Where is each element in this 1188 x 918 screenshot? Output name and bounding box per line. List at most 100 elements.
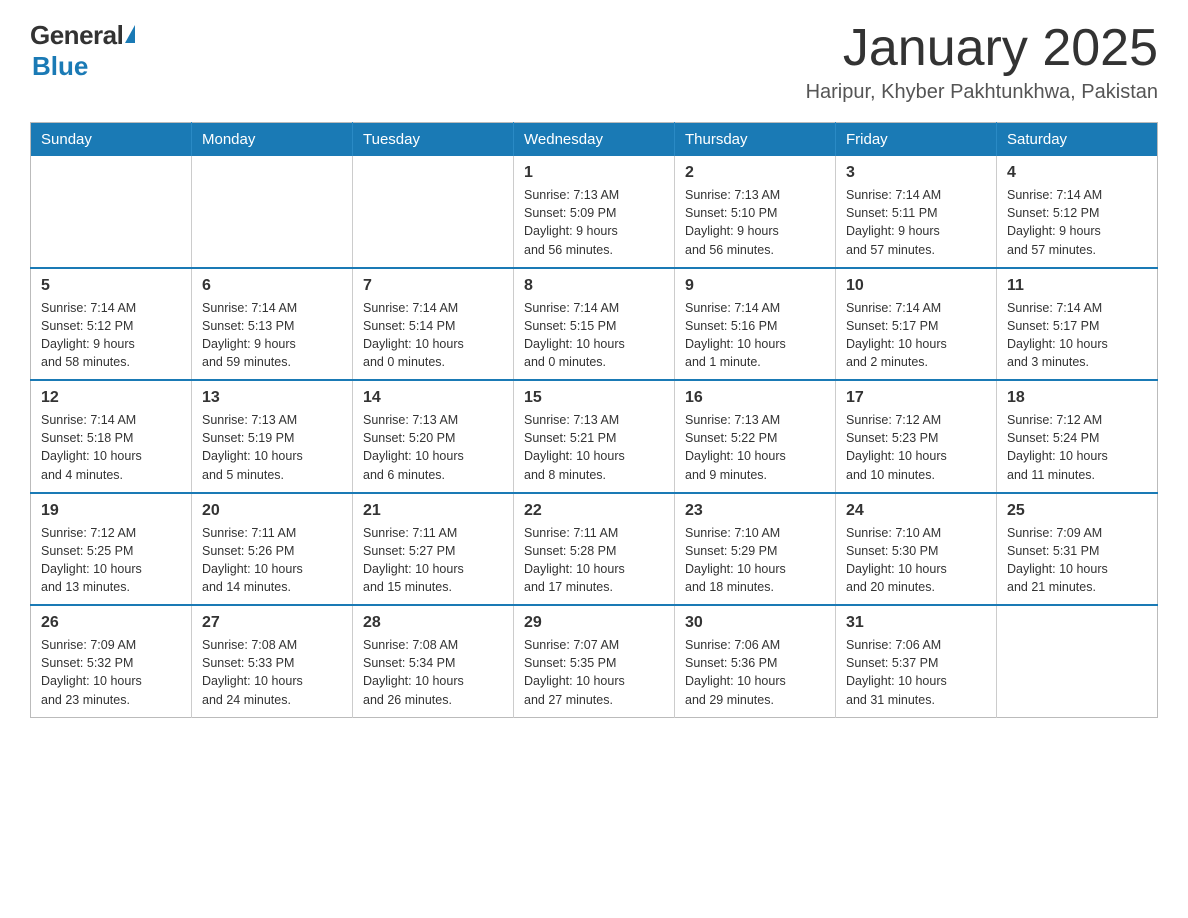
calendar-day-4: 4 Sunrise: 7:14 AM Sunset: 5:12 PM Daylig…	[997, 156, 1158, 268]
calendar-body: 1Sunrise: 7:13 AM Sunset: 5:09 PM Daylig…	[31, 156, 1158, 717]
day-number: 12	[41, 389, 181, 407]
header-wednesday: Wednesday	[514, 123, 675, 157]
day-number: 13	[202, 389, 342, 407]
day-info: Sunrise: 7:14 AM Sunset: 5:12 PM Dayligh…	[41, 299, 181, 372]
day-info: Sunrise: 7:12 AM Sunset: 5:25 PM Dayligh…	[41, 524, 181, 597]
day-info: Sunrise: 7:13 AM Sunset: 5:21 PM Dayligh…	[524, 411, 664, 484]
day-info: Sunrise: 7:12 AM Sunset: 5:24 PM Dayligh…	[1007, 411, 1147, 484]
title-block: January 2025 Haripur, Khyber Pakhtunkhwa…	[806, 20, 1158, 104]
day-number: 23	[685, 502, 825, 520]
day-info: Sunrise: 7:11 AM Sunset: 5:26 PM Dayligh…	[202, 524, 342, 597]
day-info: Sunrise: 7:14 AM Sunset: 5:11 PM Dayligh…	[846, 186, 986, 259]
day-info: Sunrise: 7:07 AM Sunset: 5:35 PM Dayligh…	[524, 636, 664, 709]
calendar-week-1: 1Sunrise: 7:13 AM Sunset: 5:09 PM Daylig…	[31, 156, 1158, 268]
calendar-week-2: 5 Sunrise: 7:14 AM Sunset: 5:12 PM Daylig…	[31, 268, 1158, 381]
header-tuesday: Tuesday	[353, 123, 514, 157]
subtitle: Haripur, Khyber Pakhtunkhwa, Pakistan	[806, 81, 1158, 104]
calendar-day-26: 26Sunrise: 7:09 AM Sunset: 5:32 PM Dayli…	[31, 605, 192, 717]
day-info: Sunrise: 7:14 AM Sunset: 5:18 PM Dayligh…	[41, 411, 181, 484]
calendar-day-7: 7 Sunrise: 7:14 AM Sunset: 5:14 PM Daylig…	[353, 268, 514, 381]
calendar-day-6: 6Sunrise: 7:14 AM Sunset: 5:13 PM Daylig…	[192, 268, 353, 381]
header-friday: Friday	[836, 123, 997, 157]
day-info: Sunrise: 7:13 AM Sunset: 5:10 PM Dayligh…	[685, 186, 825, 259]
day-info: Sunrise: 7:08 AM Sunset: 5:34 PM Dayligh…	[363, 636, 503, 709]
day-info: Sunrise: 7:11 AM Sunset: 5:28 PM Dayligh…	[524, 524, 664, 597]
day-number: 7	[363, 277, 503, 295]
day-number: 5	[41, 277, 181, 295]
day-number: 25	[1007, 502, 1147, 520]
day-info: Sunrise: 7:06 AM Sunset: 5:36 PM Dayligh…	[685, 636, 825, 709]
day-info: Sunrise: 7:14 AM Sunset: 5:14 PM Dayligh…	[363, 299, 503, 372]
calendar-day-29: 29 Sunrise: 7:07 AM Sunset: 5:35 PM Dayli…	[514, 605, 675, 717]
calendar-day-30: 30 Sunrise: 7:06 AM Sunset: 5:36 PM Dayli…	[675, 605, 836, 717]
calendar-day-2: 2 Sunrise: 7:13 AM Sunset: 5:10 PM Daylig…	[675, 156, 836, 268]
calendar-day-12: 12 Sunrise: 7:14 AM Sunset: 5:18 PM Dayli…	[31, 380, 192, 493]
calendar-day-1: 1Sunrise: 7:13 AM Sunset: 5:09 PM Daylig…	[514, 156, 675, 268]
calendar-day-17: 17 Sunrise: 7:12 AM Sunset: 5:23 PM Dayli…	[836, 380, 997, 493]
day-number: 29	[524, 614, 664, 632]
page-title: January 2025	[806, 20, 1158, 77]
day-info: Sunrise: 7:08 AM Sunset: 5:33 PM Dayligh…	[202, 636, 342, 709]
calendar-day-5: 5 Sunrise: 7:14 AM Sunset: 5:12 PM Daylig…	[31, 268, 192, 381]
logo-triangle-icon	[125, 25, 135, 43]
calendar-day-18: 18 Sunrise: 7:12 AM Sunset: 5:24 PM Dayli…	[997, 380, 1158, 493]
day-info: Sunrise: 7:10 AM Sunset: 5:29 PM Dayligh…	[685, 524, 825, 597]
header-saturday: Saturday	[997, 123, 1158, 157]
calendar-empty-cell	[192, 156, 353, 268]
day-number: 15	[524, 389, 664, 407]
day-info: Sunrise: 7:12 AM Sunset: 5:23 PM Dayligh…	[846, 411, 986, 484]
day-number: 17	[846, 389, 986, 407]
day-number: 8	[524, 277, 664, 295]
logo-blue-text: Blue	[32, 51, 88, 82]
calendar-day-8: 8Sunrise: 7:14 AM Sunset: 5:15 PM Daylig…	[514, 268, 675, 381]
calendar-week-5: 26Sunrise: 7:09 AM Sunset: 5:32 PM Dayli…	[31, 605, 1158, 717]
day-info: Sunrise: 7:14 AM Sunset: 5:17 PM Dayligh…	[1007, 299, 1147, 372]
calendar-day-3: 3 Sunrise: 7:14 AM Sunset: 5:11 PM Daylig…	[836, 156, 997, 268]
header-thursday: Thursday	[675, 123, 836, 157]
day-number: 3	[846, 164, 986, 182]
day-info: Sunrise: 7:13 AM Sunset: 5:09 PM Dayligh…	[524, 186, 664, 259]
calendar-day-27: 27 Sunrise: 7:08 AM Sunset: 5:33 PM Dayli…	[192, 605, 353, 717]
logo-general-text: General	[30, 20, 123, 51]
calendar-day-14: 14 Sunrise: 7:13 AM Sunset: 5:20 PM Dayli…	[353, 380, 514, 493]
day-number: 31	[846, 614, 986, 632]
day-number: 18	[1007, 389, 1147, 407]
day-number: 11	[1007, 277, 1147, 295]
day-info: Sunrise: 7:09 AM Sunset: 5:31 PM Dayligh…	[1007, 524, 1147, 597]
calendar-day-25: 25 Sunrise: 7:09 AM Sunset: 5:31 PM Dayli…	[997, 493, 1158, 606]
header-sunday: Sunday	[31, 123, 192, 157]
day-info: Sunrise: 7:14 AM Sunset: 5:17 PM Dayligh…	[846, 299, 986, 372]
logo: General Blue	[30, 20, 135, 82]
day-number: 9	[685, 277, 825, 295]
day-number: 2	[685, 164, 825, 182]
day-info: Sunrise: 7:14 AM Sunset: 5:12 PM Dayligh…	[1007, 186, 1147, 259]
day-info: Sunrise: 7:14 AM Sunset: 5:16 PM Dayligh…	[685, 299, 825, 372]
calendar-day-19: 19Sunrise: 7:12 AM Sunset: 5:25 PM Dayli…	[31, 493, 192, 606]
day-number: 16	[685, 389, 825, 407]
calendar-day-16: 16 Sunrise: 7:13 AM Sunset: 5:22 PM Dayli…	[675, 380, 836, 493]
day-number: 24	[846, 502, 986, 520]
calendar-day-9: 9 Sunrise: 7:14 AM Sunset: 5:16 PM Daylig…	[675, 268, 836, 381]
calendar-week-4: 19Sunrise: 7:12 AM Sunset: 5:25 PM Dayli…	[31, 493, 1158, 606]
day-info: Sunrise: 7:14 AM Sunset: 5:13 PM Dayligh…	[202, 299, 342, 372]
day-number: 30	[685, 614, 825, 632]
calendar-day-11: 11 Sunrise: 7:14 AM Sunset: 5:17 PM Dayli…	[997, 268, 1158, 381]
day-number: 27	[202, 614, 342, 632]
day-info: Sunrise: 7:13 AM Sunset: 5:22 PM Dayligh…	[685, 411, 825, 484]
day-number: 28	[363, 614, 503, 632]
day-number: 4	[1007, 164, 1147, 182]
calendar-week-3: 12 Sunrise: 7:14 AM Sunset: 5:18 PM Dayli…	[31, 380, 1158, 493]
day-number: 14	[363, 389, 503, 407]
calendar-day-13: 13Sunrise: 7:13 AM Sunset: 5:19 PM Dayli…	[192, 380, 353, 493]
page-header: General Blue January 2025 Haripur, Khybe…	[30, 20, 1158, 104]
day-number: 10	[846, 277, 986, 295]
day-info: Sunrise: 7:13 AM Sunset: 5:20 PM Dayligh…	[363, 411, 503, 484]
calendar-day-23: 23 Sunrise: 7:10 AM Sunset: 5:29 PM Dayli…	[675, 493, 836, 606]
calendar-day-20: 20Sunrise: 7:11 AM Sunset: 5:26 PM Dayli…	[192, 493, 353, 606]
day-info: Sunrise: 7:10 AM Sunset: 5:30 PM Dayligh…	[846, 524, 986, 597]
calendar-empty-cell	[997, 605, 1158, 717]
day-info: Sunrise: 7:06 AM Sunset: 5:37 PM Dayligh…	[846, 636, 986, 709]
day-number: 21	[363, 502, 503, 520]
calendar-day-15: 15 Sunrise: 7:13 AM Sunset: 5:21 PM Dayli…	[514, 380, 675, 493]
day-number: 26	[41, 614, 181, 632]
